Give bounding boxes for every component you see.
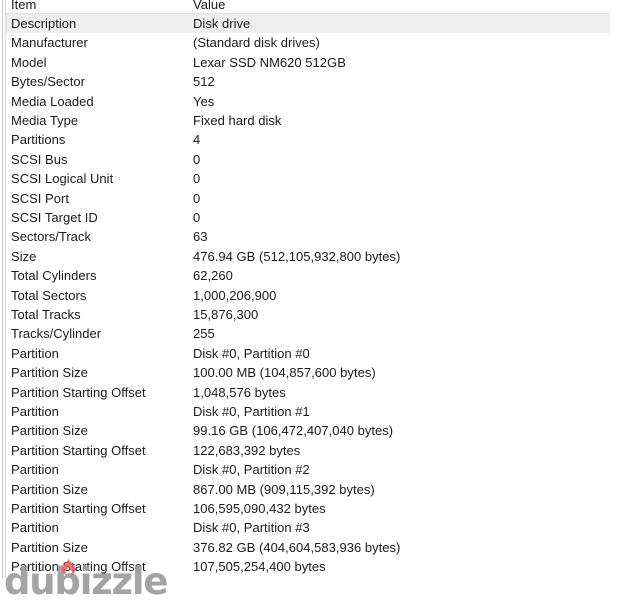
table-row[interactable]: Partition Disk #0, Partition #1 <box>6 402 610 421</box>
table-cell-value: 63 <box>193 229 208 245</box>
column-header-item: Item <box>11 0 37 12</box>
table-cell-value: 15,876,300 <box>193 307 259 322</box>
table-cell-value: 62,260 <box>193 268 233 284</box>
system-information-window: Item Value Description Disk drive Manufactur… <box>0 0 619 602</box>
table-cell-item: Manufacturer <box>11 35 88 51</box>
table-cell-item: Sectors/Track <box>11 229 91 245</box>
table-cell-item: SCSI Port <box>11 190 69 206</box>
table-cell-item: Partition Starting Offset <box>11 384 146 400</box>
table-cell-item: SCSI Target ID <box>11 210 98 225</box>
table-row[interactable]: SCSI Target ID 0 <box>6 208 610 227</box>
table-cell-item: Media Type <box>11 113 79 128</box>
table-row[interactable]: SCSI Logical Unit 0 <box>6 169 610 188</box>
table-row[interactable]: Partition Starting Offset 122,683,392 byt… <box>6 441 610 460</box>
table-header-row[interactable]: Item Value <box>6 0 610 14</box>
table-cell-value: 4 <box>193 132 201 148</box>
table-cell-value: 867.00 MB (909,115,392 bytes) <box>193 481 375 497</box>
table-cell-item: Total Cylinders <box>11 268 97 284</box>
table-cell-item: Total Tracks <box>11 307 81 322</box>
table-cell-value: Disk #0, Partition #2 <box>193 462 310 478</box>
disk-details-table[interactable]: Item Value Description Disk drive Manufactur… <box>6 0 611 578</box>
table-cell-item: Total Sectors <box>11 287 87 303</box>
table-cell-value: 0 <box>193 151 201 167</box>
table-row[interactable]: Tracks/Cylinder 255 <box>6 324 610 343</box>
table-row[interactable]: Partition Starting Offset 1,048,576 bytes <box>6 383 610 402</box>
table-cell-value: Disk #0, Partition #1 <box>193 404 310 419</box>
table-row[interactable]: Media Type Fixed hard disk <box>6 111 610 130</box>
table-row[interactable]: Partition Size 867.00 MB (909,115,392 byt… <box>6 480 610 499</box>
table-cell-item: Partition Size <box>11 365 88 381</box>
table-cell-item: SCSI Bus <box>11 151 68 167</box>
table-cell-value: 376.82 GB (404,604,583,936 bytes) <box>193 539 401 555</box>
table-cell-value: 0 <box>193 210 201 225</box>
table-row[interactable]: Total Sectors 1,000,206,900 <box>6 286 610 305</box>
table-cell-value: (Standard disk drives) <box>193 35 320 51</box>
table-cell-item: Partition <box>11 462 59 478</box>
table-cell-value: 0 <box>193 190 201 206</box>
table-cell-value: 512 <box>193 74 215 90</box>
table-cell-value: 255 <box>193 326 215 342</box>
table-row[interactable]: Partition Disk #0, Partition #3 <box>6 518 610 537</box>
table-row[interactable]: Model Lexar SSD NM620 512GB <box>6 53 610 72</box>
table-cell-item: Size <box>11 248 37 264</box>
table-cell-value: 0 <box>193 171 201 187</box>
table-row[interactable]: Partition Disk #0, Partition #0 <box>6 344 610 363</box>
table-cell-item: Partition Size <box>11 539 88 555</box>
table-cell-value: Fixed hard disk <box>193 113 282 128</box>
table-cell-item: Partition <box>11 404 59 419</box>
table-row[interactable]: Size 476.94 GB (512,105,932,800 bytes) <box>6 247 610 266</box>
table-row[interactable]: Partition Disk #0, Partition #2 <box>6 460 610 479</box>
table-cell-item: Partition <box>11 520 59 536</box>
table-row[interactable]: SCSI Port 0 <box>6 189 610 208</box>
table-cell-value: 100.00 MB (104,857,600 bytes) <box>193 365 376 381</box>
table-cell-value: Disk drive <box>193 16 251 31</box>
table-row[interactable]: Partition Size 99.16 GB (106,472,407,040 … <box>6 421 610 440</box>
table-row[interactable]: Partition Starting Offset 106,595,090,432… <box>6 499 610 518</box>
table-cell-value: 1,000,206,900 <box>193 287 277 303</box>
table-cell-item: Media Loaded <box>11 93 94 109</box>
table-cell-value: 106,595,090,432 bytes <box>193 501 326 516</box>
table-cell-item: SCSI Logical Unit <box>11 171 114 187</box>
table-row[interactable]: Partitions 4 <box>6 130 610 149</box>
table-cell-item: Partitions <box>11 132 66 148</box>
table-cell-item: Model <box>11 54 47 70</box>
table-cell-value: 1,048,576 bytes <box>193 384 286 400</box>
table-cell-value: Yes <box>193 93 215 109</box>
table-cell-value: 107,505,254,400 bytes <box>193 559 326 575</box>
table-cell-item: Partition Starting Offset <box>11 501 146 516</box>
table-cell-item: Description <box>11 16 77 31</box>
table-cell-value: 122,683,392 bytes <box>193 442 301 458</box>
table-row[interactable]: Media Loaded Yes <box>6 92 610 111</box>
table-cell-value: Disk #0, Partition #3 <box>193 520 310 536</box>
table-row[interactable]: Partition Starting Offset 107,505,254,400… <box>6 557 610 576</box>
table-cell-item: Tracks/Cylinder <box>11 326 102 342</box>
table-cell-item: Partition Starting Offset <box>11 559 146 575</box>
table-row[interactable]: Partition Size 376.82 GB (404,604,583,936… <box>6 538 610 557</box>
table-row[interactable]: Bytes/Sector 512 <box>6 72 610 91</box>
column-header-value: Value <box>193 0 226 12</box>
table-cell-value: Lexar SSD NM620 512GB <box>193 54 346 70</box>
panel-left-border <box>2 0 3 578</box>
table-row-selected[interactable]: Description Disk drive <box>6 14 610 33</box>
table-row[interactable]: Total Tracks 15,876,300 <box>6 305 610 324</box>
table-row[interactable]: Sectors/Track 63 <box>6 227 610 246</box>
table-cell-value: Disk #0, Partition #0 <box>193 345 310 361</box>
table-cell-item: Partition Starting Offset <box>11 442 146 458</box>
table-row[interactable]: Total Cylinders 62,260 <box>6 266 610 285</box>
table-cell-item: Partition <box>11 345 59 361</box>
table-cell-item: Partition Size <box>11 423 88 439</box>
table-row[interactable]: SCSI Bus 0 <box>6 150 610 169</box>
table-row[interactable]: Manufacturer (Standard disk drives) <box>6 33 610 52</box>
table-cell-value: 99.16 GB (106,472,407,040 bytes) <box>193 423 394 439</box>
table-cell-item: Bytes/Sector <box>11 74 85 90</box>
table-cell-value: 476.94 GB (512,105,932,800 bytes) <box>193 248 401 264</box>
table-row[interactable]: Partition Size 100.00 MB (104,857,600 byt… <box>6 363 610 382</box>
table-cell-item: Partition Size <box>11 481 88 497</box>
